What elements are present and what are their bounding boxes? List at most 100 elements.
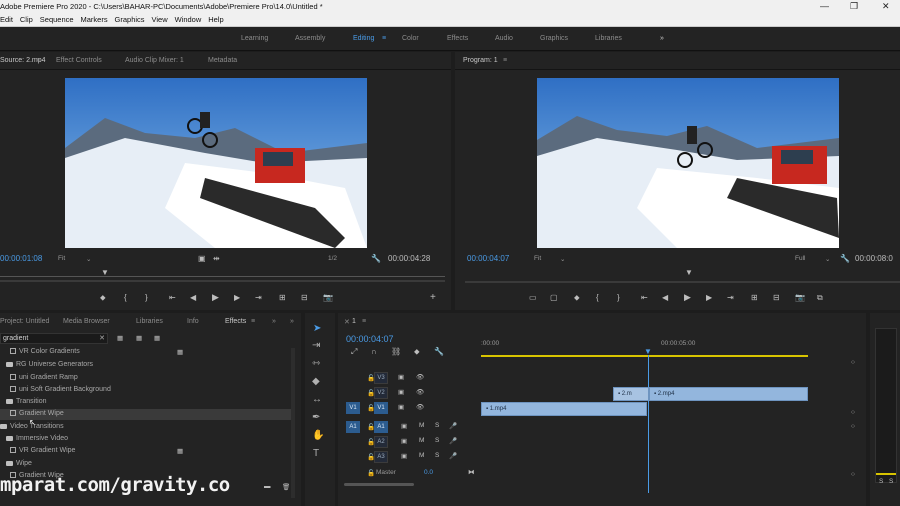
list-item[interactable]: Transition [6,398,46,405]
clip-v2[interactable]: ▪ 2.mp4 [649,387,808,401]
lift-icon[interactable]: ⊞ [751,293,758,302]
tab-media-browser[interactable]: Media Browser [63,318,110,325]
tab-metadata[interactable]: Metadata [208,57,237,64]
timeline-zoom-scrollbar[interactable] [344,483,414,486]
tab-effects[interactable]: Effects [225,318,246,325]
slip-tool-icon[interactable]: ↔ [312,394,322,405]
tab-project[interactable]: Project: Untitled [0,318,49,325]
source-time-ruler[interactable] [0,276,445,277]
source-settings-icon[interactable]: 🔧 [371,254,381,263]
program-settings-icon[interactable]: 🔧 [840,254,850,263]
accelerated-effects-icon[interactable]: ▦ [117,334,123,342]
comparison-view-icon[interactable]: ⧉ [817,293,823,303]
add-marker-icon[interactable]: ⬥ [414,347,420,357]
drag-video-icon[interactable]: ⇹ [213,254,220,263]
list-item-selected[interactable]: Gradient Wipe [10,410,64,417]
program-add-marker-icon[interactable]: ⬥ [574,293,580,303]
lock-icon[interactable]: 🔓 [367,438,375,446]
solo-button[interactable]: S [435,422,439,429]
track-header-a3[interactable]: A3 🔓 ▣ M S 🎤 [338,451,478,466]
nest-toggle-icon[interactable]: ⤢ [351,347,357,357]
list-item[interactable]: VR Gradient Wipe [10,447,75,454]
list-item[interactable]: Immersive Video [6,435,68,442]
clip-v1[interactable]: ▪ 1.mp4 [481,402,647,416]
sequence-menu-icon[interactable]: ≡ [362,318,366,325]
solo-button[interactable]: S [435,437,439,444]
sync-lock-icon[interactable]: ▣ [398,373,404,381]
source-zoom-bar[interactable] [0,280,445,282]
close-icon[interactable]: ✕ [882,1,890,12]
mute-button[interactable]: M [419,422,424,429]
lock-icon[interactable]: 🔓 [367,374,375,382]
scroll-handle-icon[interactable]: ○ [851,359,855,366]
program-playhead[interactable]: ▼ [685,268,693,277]
meter-solo-left-button[interactable]: S [879,478,883,485]
lock-icon[interactable]: 🔓 [367,423,375,431]
extract-icon[interactable]: ⊟ [773,293,780,302]
program-resolution-chevron-icon[interactable]: ⌄ [825,255,830,263]
master-volume[interactable]: 0.0 [424,469,433,476]
insert-icon[interactable]: ⊞ [279,293,286,302]
track-header-a1[interactable]: A1 A1 🔓 ▣ M S 🎤 [338,421,478,436]
yuv-effects-icon[interactable]: ▦ [154,334,160,342]
source-patch-a1[interactable]: A1 [346,421,360,433]
tab-audio-clip-mixer[interactable]: Audio Clip Mixer: 1 [125,57,184,64]
solo-button[interactable]: S [435,452,439,459]
source-zoom-chevron-icon[interactable]: ⌄ [86,255,91,263]
track-select-tool-icon[interactable]: ⇥ [312,340,320,351]
menu-markers[interactable]: Markers [81,14,113,24]
tab-libraries[interactable]: Libraries [136,318,163,325]
timeline-playhead-line[interactable] [648,355,649,493]
source-timecode[interactable]: 00:00:01:08 [0,254,42,263]
track-header-a2[interactable]: A2 🔓 ▣ M S 🎤 [338,436,478,451]
sync-lock-icon[interactable]: ▣ [401,422,407,430]
tab-info[interactable]: Info [187,318,199,325]
meter-solo-right-button[interactable]: S [889,478,893,485]
lock-icon[interactable]: 🔓 [367,453,375,461]
scroll-handle-icon[interactable]: ○ [851,409,855,416]
eye-icon[interactable]: 👁 [416,388,424,396]
source-zoom-select[interactable]: Fit [58,255,65,262]
linked-selection-icon[interactable]: ⛓ [391,347,401,356]
tab-program[interactable]: Program: 1 [463,57,498,64]
program-step-forward-icon[interactable]: ▶ [706,293,712,302]
source-step-back-icon[interactable]: ◀ [190,293,196,302]
export-frame-icon[interactable]: ▣ [198,254,206,263]
program-go-out-icon[interactable]: ⇥ [727,293,734,302]
list-item[interactable]: Wipe [6,460,32,467]
program-play-icon[interactable]: ▶ [684,292,691,303]
workspace-learning[interactable]: Learning [241,35,268,42]
minimize-icon[interactable]: — [820,1,829,11]
menu-sequence[interactable]: Sequence [40,14,79,24]
program-mark-out-icon[interactable]: } [617,293,620,302]
list-item[interactable]: uni Soft Gradient Background [10,386,111,393]
workspace-libraries[interactable]: Libraries [595,35,622,42]
sync-lock-icon[interactable]: ▣ [401,452,407,460]
timeline-settings-icon[interactable]: 🔧 [434,347,444,356]
eye-icon[interactable]: 👁 [416,373,424,381]
source-playhead[interactable]: ▼ [101,268,109,277]
go-to-edit-icon[interactable]: ⧓ [468,468,475,476]
program-go-in-icon[interactable]: ⇤ [641,293,648,302]
sync-lock-icon[interactable]: ▣ [401,437,407,445]
program-resolution-select[interactable]: Full [795,255,805,262]
workspace-graphics[interactable]: Graphics [540,35,568,42]
workspace-editing[interactable]: Editing [353,35,374,42]
effects-scrollbar[interactable] [291,348,295,498]
workspace-color[interactable]: Color [402,35,419,42]
track-label[interactable]: V3 [374,372,388,384]
source-go-in-icon[interactable]: ⇤ [169,293,176,302]
list-item[interactable]: VR Color Gradients [10,348,80,355]
effects-more-icon[interactable]: » [290,318,294,325]
source-play-icon[interactable]: ▶ [212,292,219,303]
list-item[interactable]: uni Gradient Ramp [10,374,78,381]
track-label[interactable]: V2 [374,387,388,399]
program-menu-icon[interactable]: ≡ [503,57,507,64]
source-add-marker-icon[interactable]: ⬥ [100,293,106,303]
list-item[interactable]: RG Universe Generators [6,361,93,368]
program-timecode[interactable]: 00:00:04:07 [467,254,509,263]
clear-search-icon[interactable]: ✕ [99,334,105,342]
menu-edit[interactable]: Edit [0,14,18,24]
track-label[interactable]: V1 [374,402,388,414]
hand-tool-icon[interactable]: ✋ [312,430,324,441]
